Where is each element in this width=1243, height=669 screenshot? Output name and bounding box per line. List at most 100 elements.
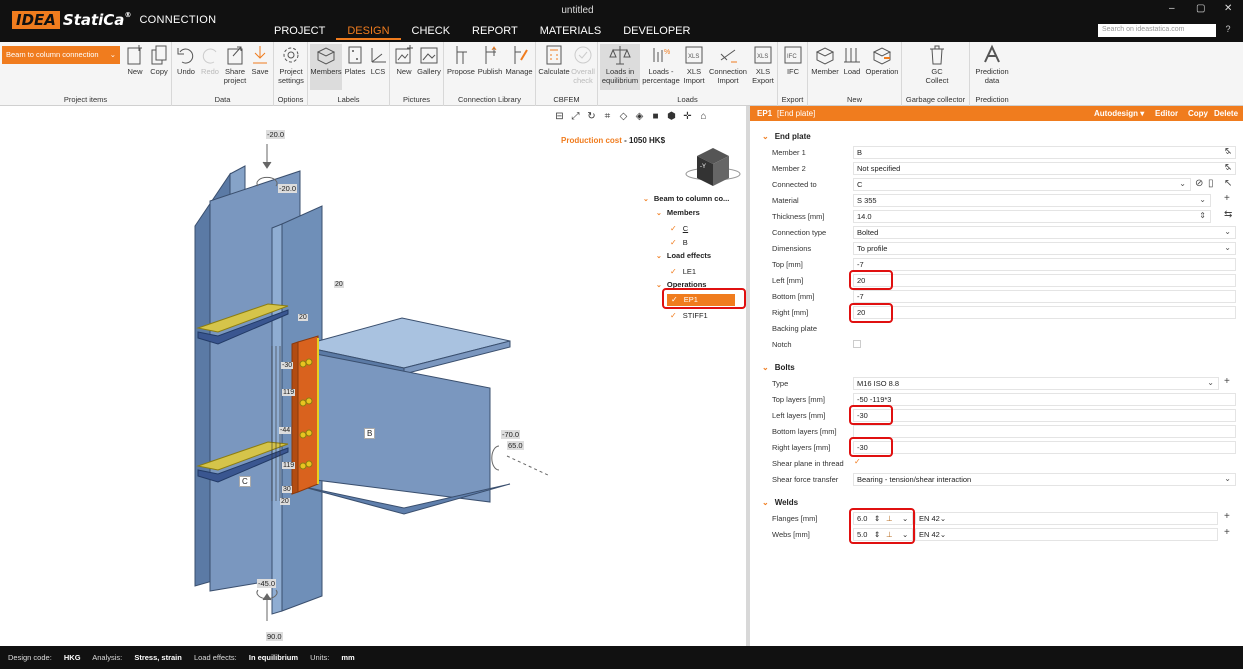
bolt-type-select[interactable]: M16 ISO 8.8 ⌄ — [853, 377, 1219, 390]
connection-type-select[interactable]: Bolted ⌄ — [853, 226, 1236, 239]
copy-item-button[interactable]: Copy — [148, 44, 170, 76]
project-settings-button[interactable]: Project settings — [276, 44, 306, 85]
member2-select[interactable]: Not specified ⌄ — [853, 162, 1236, 175]
project-items-dropdown[interactable]: Beam to column connection ⌄ — [2, 46, 120, 64]
minimize-button[interactable]: – — [1169, 3, 1175, 14]
save-button[interactable]: Save — [248, 44, 272, 76]
tree-member-b[interactable]: ✓ B — [670, 237, 688, 249]
redo-button[interactable]: Redo — [198, 44, 222, 76]
axis-icon[interactable]: ✛ — [681, 110, 694, 123]
add-flange-weld-icon[interactable]: + — [1224, 511, 1230, 522]
right-layers-input[interactable]: -30 — [853, 441, 1236, 454]
editor-button[interactable]: Editor — [1155, 106, 1178, 121]
tree-member-c[interactable]: ✓ C — [670, 223, 688, 235]
zoom-fit-icon[interactable]: ⤢ — [569, 110, 582, 123]
add-bolt-icon[interactable]: + — [1224, 376, 1230, 387]
new-item-button[interactable]: New — [124, 44, 146, 76]
maximize-button[interactable]: ▢ — [1196, 3, 1205, 14]
tab-report[interactable]: REPORT — [461, 23, 529, 40]
xls-export-button[interactable]: XLS XLS Export — [750, 44, 776, 85]
tree-load-effects[interactable]: ⌄ Load effects — [656, 250, 711, 262]
picture-new-button[interactable]: New — [392, 44, 416, 76]
labels-lcs-button[interactable]: LCS — [367, 44, 389, 76]
tree-load-effect-le1[interactable]: ✓ LE1 — [670, 266, 696, 278]
bottom-layers-input[interactable] — [853, 425, 1236, 438]
copy-button[interactable]: Copy — [1188, 106, 1208, 121]
ifc-export-button[interactable]: IFC IFC — [781, 44, 805, 76]
shear-plane-checkbox[interactable]: ✓ — [854, 457, 861, 466]
crop-icon[interactable]: ⌗ — [601, 110, 614, 123]
bottom-input[interactable]: -7 — [853, 290, 1236, 303]
connected-to-select[interactable]: C ⌄ — [853, 178, 1191, 191]
search-input[interactable]: Search on ideastatica.com — [1098, 24, 1216, 37]
autodesign-button[interactable]: Autodesign ▾ — [1094, 106, 1144, 121]
home-icon[interactable]: ⌂ — [697, 110, 710, 123]
webs-weld-type-select[interactable]: EN 42⌄ — [915, 528, 1218, 541]
tree-operation-stiff1[interactable]: ✓ STIFF1 — [670, 310, 708, 322]
view-cube-label[interactable]: -Y — [700, 164, 706, 170]
overall-check-button[interactable]: Overall check — [570, 44, 596, 85]
tab-developer[interactable]: DEVELOPER — [612, 23, 701, 40]
render-icon[interactable]: ⬢ — [665, 110, 678, 123]
swap-icon[interactable]: ⇆ — [1224, 209, 1232, 220]
thickness-input[interactable]: 14.0 ⇕ — [853, 210, 1211, 223]
top-input[interactable]: -7 — [853, 258, 1236, 271]
tree-members[interactable]: ⌄ Members — [656, 207, 700, 219]
member-label-c[interactable]: C — [239, 476, 251, 487]
section-end-plate[interactable]: ⌄ End plate — [762, 132, 811, 141]
share-project-button[interactable]: Share project — [222, 44, 248, 85]
right-input[interactable]: 20 — [853, 306, 1236, 319]
shear-transfer-select[interactable]: Bearing - tension/shear interaction ⌄ — [853, 473, 1236, 486]
gc-collect-button[interactable]: GC Collect — [922, 44, 952, 85]
help-icon[interactable]: ? — [1222, 24, 1234, 37]
pick-member2-icon[interactable]: ↖ — [1224, 162, 1232, 173]
notch-checkbox[interactable] — [853, 340, 861, 348]
add-web-weld-icon[interactable]: + — [1224, 527, 1230, 538]
left-input[interactable]: 20 — [853, 274, 1236, 287]
member-label-b[interactable]: B — [364, 428, 376, 439]
member1-select[interactable]: B ⌄ — [853, 146, 1236, 159]
add-material-icon[interactable]: + — [1224, 193, 1230, 204]
connection-import-button[interactable]: Connection Import — [708, 44, 748, 85]
calculate-button[interactable]: Calculate — [538, 44, 570, 76]
manage-button[interactable]: Manage — [504, 44, 534, 76]
labels-plates-button[interactable]: Plates — [344, 44, 366, 76]
section-welds[interactable]: ⌄ Welds — [762, 498, 798, 507]
delete-button[interactable]: Delete — [1214, 106, 1238, 121]
tree-root[interactable]: ⌄ Beam to column co... — [643, 193, 729, 205]
propose-button[interactable]: Propose — [446, 44, 476, 76]
material-select[interactable]: S 355 ⌄ — [853, 194, 1211, 207]
tab-design[interactable]: DESIGN — [336, 23, 401, 40]
publish-button[interactable]: Publish — [476, 44, 504, 76]
new-member-button[interactable]: Member — [810, 44, 840, 76]
tab-check[interactable]: CHECK — [401, 23, 462, 40]
wireframe-icon[interactable]: ◇ — [617, 110, 630, 123]
hide-icon[interactable]: ⊘ — [1195, 178, 1203, 189]
prediction-data-button[interactable]: Prediction data — [972, 44, 1012, 85]
loads-in-equilibrium-button[interactable]: Loads in equilibrium — [600, 44, 640, 90]
pick-member1-icon[interactable]: ↖ — [1224, 146, 1232, 157]
tab-materials[interactable]: MATERIALS — [529, 23, 613, 40]
flanges-weld-type-select[interactable]: EN 42⌄ — [915, 512, 1218, 525]
left-layers-input[interactable]: -30 — [853, 409, 1236, 422]
xls-import-button[interactable]: XLS XLS Import — [682, 44, 706, 85]
top-layers-input[interactable]: -50 -119*3 — [853, 393, 1236, 406]
undo-button[interactable]: Undo — [174, 44, 198, 76]
loads-percentage-button[interactable]: % Loads - percentage — [642, 44, 680, 85]
solid-icon[interactable]: ■ — [649, 110, 662, 123]
3d-viewport[interactable]: -20.0 -20.0 20 20 -30 119 -44 119 30 20 … — [0, 106, 746, 646]
connection-model[interactable] — [0, 106, 746, 646]
dimensions-select[interactable]: To profile ⌄ — [853, 242, 1236, 255]
tab-project[interactable]: PROJECT — [263, 23, 336, 40]
transparent-icon[interactable]: ◈ — [633, 110, 646, 123]
pick-connected-icon[interactable]: ↖ — [1224, 178, 1232, 189]
new-load-button[interactable]: Load — [841, 44, 863, 76]
gallery-button[interactable]: Gallery — [416, 44, 442, 76]
labels-members-button[interactable]: Members — [310, 44, 342, 90]
close-button[interactable]: ✕ — [1224, 3, 1232, 14]
section-bolts[interactable]: ⌄ Bolts — [762, 363, 795, 372]
section-icon[interactable]: ⊟ — [553, 110, 566, 123]
rotate-icon[interactable]: ↻ — [585, 110, 598, 123]
device-icon[interactable]: ▯ — [1208, 178, 1214, 189]
new-operation-button[interactable]: Operation — [864, 44, 900, 76]
